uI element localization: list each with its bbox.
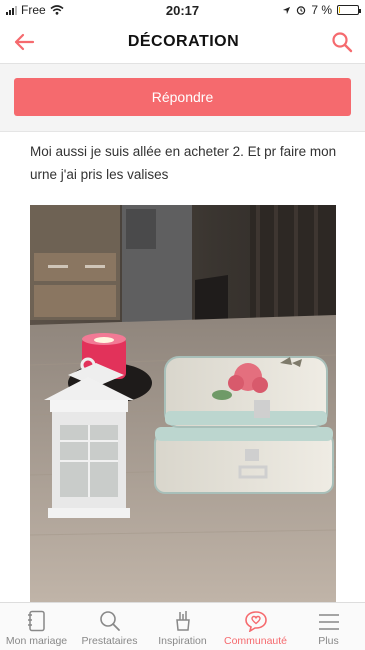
post-photo[interactable] <box>30 205 336 602</box>
alarm-icon <box>297 6 306 15</box>
wifi-icon <box>50 5 64 15</box>
page-title: DÉCORATION <box>127 32 240 50</box>
carrier-label: Free <box>21 3 46 17</box>
reply-button[interactable]: Répondre <box>14 78 351 116</box>
tools-icon <box>175 611 190 631</box>
tab-label: Mon mariage <box>5 635 68 647</box>
tab-mon-mariage[interactable]: Mon mariage <box>0 603 73 650</box>
tab-label: Communauté <box>223 635 288 647</box>
post-text: Moi aussi je suis allée en acheter 2. Et… <box>30 144 337 182</box>
tab-label: Prestataires <box>81 635 138 647</box>
menu-icon <box>318 614 339 630</box>
arrow-left-icon[interactable] <box>12 30 36 54</box>
location-arrow-icon <box>283 6 291 14</box>
status-right: 7 % <box>282 3 361 17</box>
tab-label: Plus <box>318 635 339 647</box>
bottom-tab-bar: Mon mariage Prestataires Inspiration Com… <box>0 602 365 650</box>
tab-communaute[interactable]: Communauté <box>219 603 292 650</box>
status-bar: Free 20:17 7 % <box>0 0 365 20</box>
battery-level <box>339 7 341 13</box>
search-icon[interactable] <box>331 31 353 53</box>
tab-inspiration[interactable]: Inspiration <box>146 603 219 650</box>
app-header: DÉCORATION <box>0 20 365 64</box>
tab-plus[interactable]: Plus <box>292 603 365 650</box>
signal-icon <box>6 5 17 15</box>
battery-percent: 7 % <box>311 3 332 17</box>
tab-label: Inspiration <box>158 635 207 647</box>
chat-heart-icon <box>244 611 267 632</box>
reply-bar: Répondre <box>0 64 365 132</box>
status-left: Free <box>6 3 64 17</box>
tab-prestataires[interactable]: Prestataires <box>73 603 146 650</box>
search-icon <box>99 611 120 631</box>
photo-illustration <box>30 205 336 602</box>
notebook-icon <box>27 610 45 632</box>
battery-icon <box>337 5 361 15</box>
